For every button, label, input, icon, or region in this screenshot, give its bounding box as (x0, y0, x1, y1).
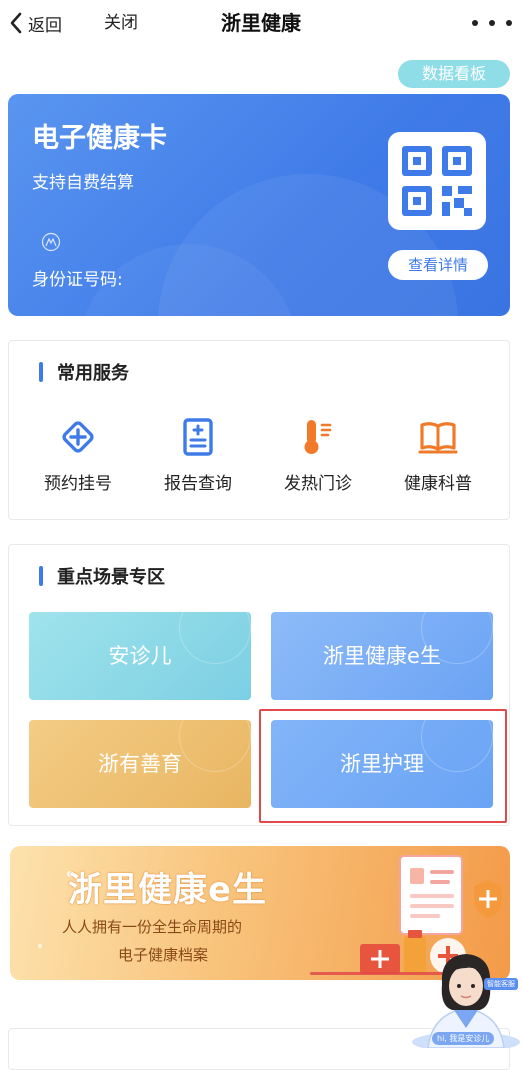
scene-tile-parenting[interactable]: 浙有善育 (29, 720, 251, 808)
top-nav-bar: 返回 关闭 浙里健康 (0, 0, 522, 48)
health-logo-icon (41, 232, 61, 252)
section-header: 常用服务 (39, 359, 129, 385)
thermometer-icon (304, 420, 332, 454)
more-dot-icon (506, 20, 512, 26)
service-appointment[interactable]: 预约挂号 (23, 417, 133, 494)
section-header: 重点场景专区 (39, 563, 165, 589)
electronic-health-card[interactable]: 电子健康卡 支持自费结算 身份证号码: 查看详情 (8, 94, 510, 316)
tile-decoration (421, 720, 493, 772)
service-label: 健康科普 (404, 474, 472, 494)
more-dot-icon (472, 20, 478, 26)
data-dashboard-button[interactable]: 数据看板 (398, 60, 510, 88)
section-title: 常用服务 (57, 363, 129, 384)
qr-code-icon (402, 146, 472, 216)
tile-label: 浙有善育 (98, 752, 182, 776)
card-title: 电子健康卡 (32, 123, 167, 154)
service-health-education[interactable]: 健康科普 (383, 417, 493, 494)
assistant-tag: 智能客服 (484, 978, 518, 990)
section-title: 重点场景专区 (57, 567, 165, 588)
view-details-button[interactable]: 查看详情 (388, 250, 488, 280)
banner-subtitle: 人人拥有一份全生命周期的 (62, 918, 243, 936)
service-label: 发热门诊 (284, 474, 352, 494)
card-subtitle: 支持自费结算 (32, 173, 134, 193)
section-accent-bar (39, 362, 43, 382)
report-icon (183, 418, 213, 456)
scene-tile-health-esheng[interactable]: 浙里健康e生 (271, 612, 493, 700)
id-number-label: 身份证号码: (32, 270, 123, 290)
plus-diamond-icon (62, 421, 94, 453)
common-services-section: 常用服务 预约挂号 报告查询 发热门诊 健康科普 (8, 340, 510, 520)
qr-code-button[interactable] (388, 132, 486, 230)
book-icon (418, 422, 458, 454)
service-report-query[interactable]: 报告查询 (143, 417, 253, 494)
scene-tile-nursing[interactable]: 浙里护理 (271, 720, 493, 808)
banner-title: 浙里健康e生 (68, 870, 268, 910)
service-fever-clinic[interactable]: 发热门诊 (263, 417, 373, 494)
service-label: 预约挂号 (44, 474, 112, 494)
tile-label: 安诊儿 (108, 644, 172, 668)
assistant-greeting: hi, 我是安诊儿 (432, 1032, 495, 1045)
tile-decoration (179, 612, 251, 664)
more-menu-button[interactable] (472, 10, 512, 36)
scene-tile-anzhener[interactable]: 安诊儿 (29, 612, 251, 700)
more-dot-icon (489, 20, 495, 26)
banner-subtitle: 电子健康档案 (118, 946, 209, 964)
tile-decoration (179, 720, 251, 772)
section-accent-bar (39, 566, 43, 586)
assistant-widget[interactable]: 智能客服 hi, 我是安诊儿 (410, 944, 522, 1052)
tile-label: 浙里护理 (340, 752, 424, 776)
service-label: 报告查询 (164, 474, 232, 494)
key-scenes-section: 重点场景专区 安诊儿 浙里健康e生 浙有善育 浙里护理 (8, 544, 510, 826)
page-title: 浙里健康 (221, 11, 301, 35)
tile-label: 浙里健康e生 (323, 644, 441, 668)
